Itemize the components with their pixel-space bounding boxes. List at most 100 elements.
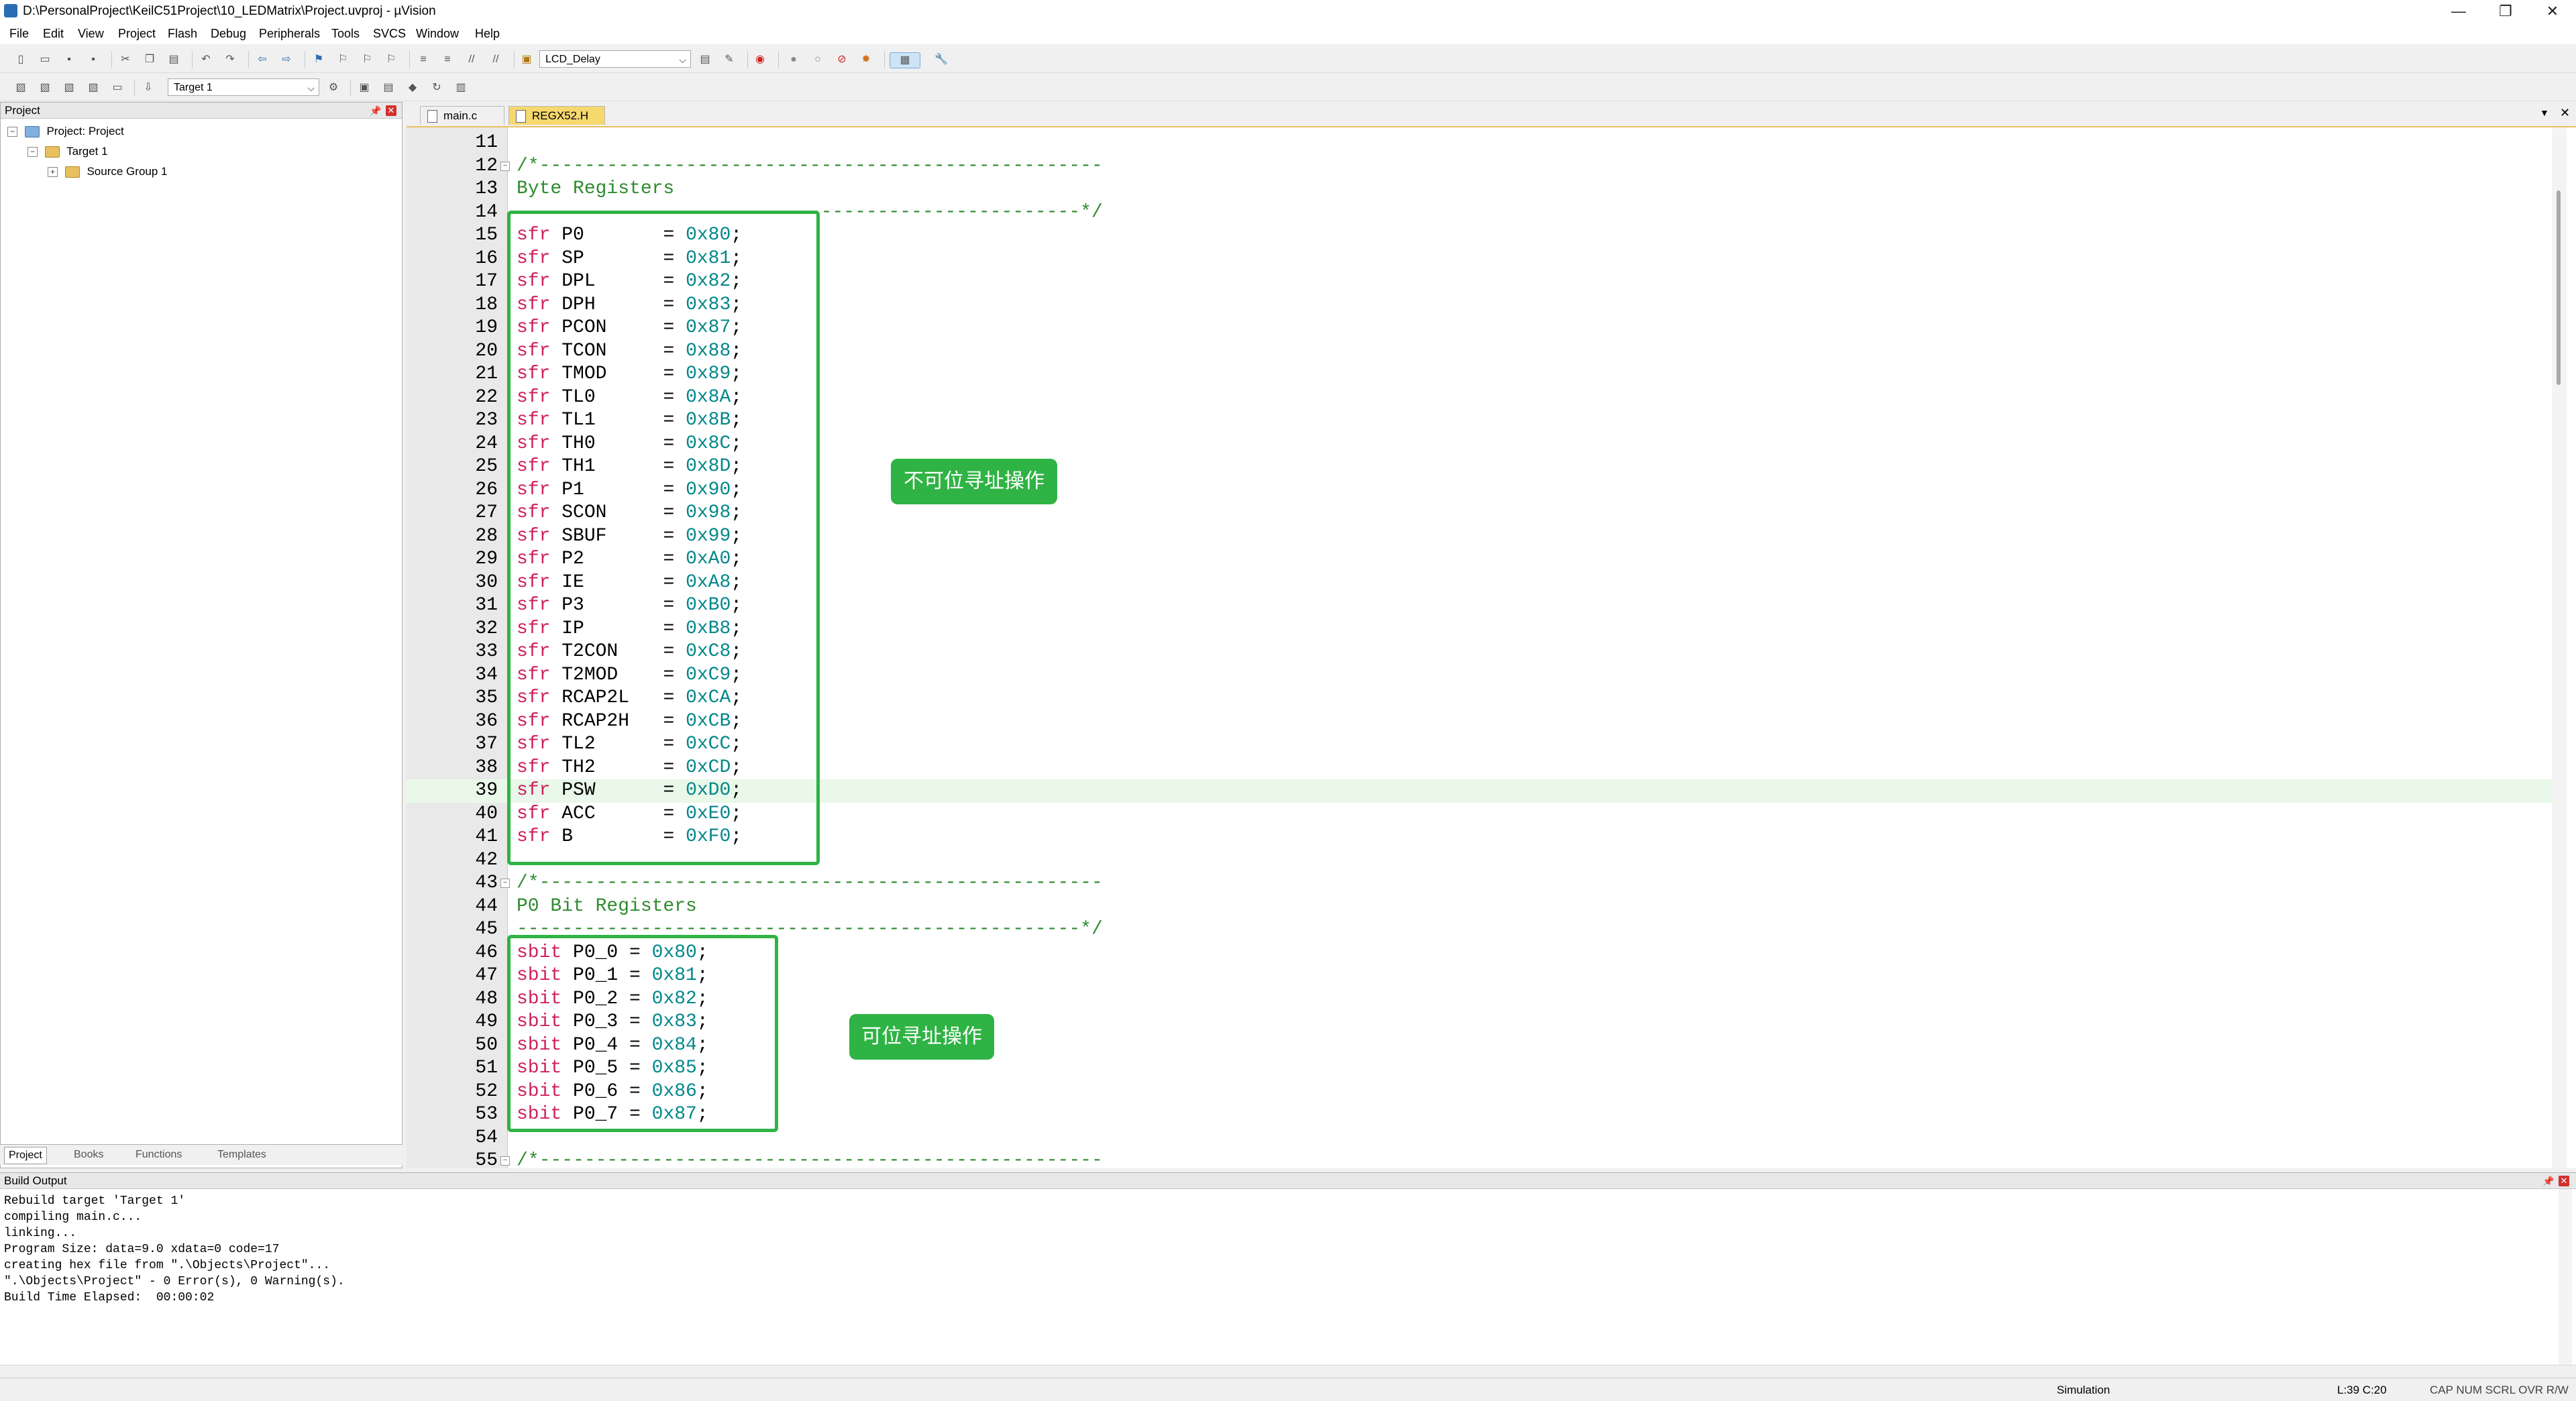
undo-icon[interactable]: ↶ (199, 52, 213, 67)
incremental-find-icon[interactable]: ✎ (722, 52, 737, 67)
open-folder-icon[interactable]: ▭ (38, 52, 52, 67)
editor-tab-bar: main.c REGX52.H ▼ ✕ (407, 102, 2576, 127)
file-extensions-icon[interactable]: ▤ (381, 80, 396, 95)
tab-templates[interactable]: Templates (213, 1147, 270, 1163)
menu-file[interactable]: File (9, 27, 29, 41)
tab-books[interactable]: Books (70, 1147, 107, 1163)
title-bar: D:\PersonalProject\KeilC51Project\10_LED… (0, 0, 2576, 23)
tab-regx52-h[interactable]: REGX52.H (508, 106, 605, 125)
line-number: 36 (475, 710, 498, 732)
rebuild-icon[interactable]: ▧ (62, 80, 76, 95)
runtime-env-icon[interactable]: ↻ (429, 80, 444, 95)
stop-build-icon[interactable]: ▭ (110, 80, 125, 95)
menu-peripherals[interactable]: Peripherals (259, 27, 320, 41)
save-icon[interactable]: ▪ (62, 52, 76, 67)
translate-icon[interactable]: ▧ (13, 80, 28, 95)
tree-item-target[interactable]: − Target 1 (7, 142, 402, 162)
enable-breakpoint-icon[interactable]: ○ (810, 52, 825, 67)
paste-icon[interactable]: ▤ (166, 52, 181, 67)
find-in-files-icon[interactable]: ▣ (519, 52, 534, 67)
bit-registers-box (507, 935, 778, 1132)
menu-project[interactable]: Project (118, 27, 156, 41)
disable-breakpoints-icon[interactable]: ⊘ (835, 52, 849, 67)
indent-icon[interactable]: ≡ (416, 52, 431, 67)
editor-vertical-scrollbar[interactable] (2552, 127, 2567, 1168)
toolbar-separator (134, 79, 135, 97)
save-all-icon[interactable]: ▪ (86, 52, 101, 67)
close-tab-icon[interactable]: ✕ (2560, 106, 2570, 120)
cut-icon[interactable]: ✂ (118, 52, 133, 67)
main-toolbar: ▯ ▭ ▪ ▪ ✂ ❐ ▤ ↶ ↷ ⇦ ⇨ ⚑ ⚐ ⚐ ⚐ ≡ ≡ // // … (0, 46, 2576, 73)
build-output-text: Rebuild target 'Target 1' compiling main… (4, 1194, 345, 1304)
line-number: 30 (475, 571, 498, 593)
menu-view[interactable]: View (78, 27, 104, 41)
tab-list-icon[interactable]: ▼ (2540, 107, 2549, 118)
kill-breakpoints-icon[interactable]: ✸ (859, 52, 873, 67)
maximize-button[interactable]: ❐ (2482, 0, 2529, 23)
collapse-icon[interactable]: − (28, 147, 38, 158)
find-icon[interactable]: ▤ (698, 52, 712, 67)
build-icon[interactable]: ▧ (38, 80, 52, 95)
line-number: 27 (475, 502, 498, 523)
toolbar-separator (409, 51, 410, 68)
pin-icon[interactable]: 📌 (370, 103, 381, 119)
prev-bookmark-icon[interactable]: ⚐ (335, 52, 350, 67)
close-panel-icon[interactable]: ✕ (2559, 1176, 2569, 1186)
nav-forward-icon[interactable]: ⇨ (279, 52, 294, 67)
toolbar-separator (350, 79, 351, 97)
menu-svcs[interactable]: SVCS (373, 27, 406, 41)
target-options-icon[interactable]: ⚙ (326, 80, 341, 95)
line-number: 40 (475, 803, 498, 824)
clear-bookmarks-icon[interactable]: ⚐ (384, 52, 398, 67)
build-output-panel: Build Output 📌 ✕ Rebuild target 'Target … (0, 1172, 2576, 1379)
target-combo[interactable]: Target 1 ⌵ (168, 78, 319, 96)
download-icon[interactable]: ⇩ (141, 80, 156, 95)
close-button[interactable]: ✕ (2529, 0, 2576, 23)
collapse-icon[interactable]: − (7, 127, 17, 137)
bookmark-icon[interactable]: ⚑ (311, 52, 326, 67)
menu-edit[interactable]: Edit (43, 27, 64, 41)
tab-project[interactable]: Project (4, 1147, 47, 1164)
new-file-icon[interactable]: ▯ (13, 52, 28, 67)
project-icon (24, 126, 40, 138)
scrollbar-thumb[interactable] (2557, 190, 2561, 385)
tab-main-c[interactable]: main.c (420, 106, 504, 125)
function-combo[interactable]: LCD_Delay ⌵ (539, 50, 691, 68)
build-output-vertical-scrollbar[interactable] (2559, 1189, 2572, 1365)
uncomment-icon[interactable]: // (488, 52, 503, 67)
menu-window[interactable]: Window (416, 27, 459, 41)
tree-item-project[interactable]: − Project: Project (7, 121, 402, 142)
batch-build-icon[interactable]: ▧ (86, 80, 101, 95)
copy-icon[interactable]: ❐ (142, 52, 157, 67)
menu-debug[interactable]: Debug (211, 27, 246, 41)
next-bookmark-icon[interactable]: ⚐ (360, 52, 374, 67)
fold-icon: − (500, 1156, 510, 1166)
comment-icon[interactable]: // (464, 52, 479, 67)
close-panel-icon[interactable]: ✕ (386, 105, 396, 116)
unindent-icon[interactable]: ≡ (440, 52, 455, 67)
insert-breakpoint-icon[interactable]: ● (786, 52, 801, 67)
minimize-button[interactable]: — (2435, 0, 2482, 23)
code-line: 55−/*-----------------------------------… (407, 1150, 2560, 1168)
build-output-horizontal-scrollbar[interactable] (0, 1365, 2576, 1379)
pack-installer-icon[interactable]: ▥ (453, 80, 468, 95)
tree-item-source-group[interactable]: + Source Group 1 (7, 162, 402, 182)
manage-project-icon[interactable]: ▣ (357, 80, 372, 95)
menu-tools[interactable]: Tools (331, 27, 360, 41)
select-packs-icon[interactable]: ◆ (405, 80, 420, 95)
window-layout-icon[interactable]: ▦ (890, 52, 920, 68)
tab-functions[interactable]: Functions (131, 1147, 186, 1163)
c-file-icon (427, 110, 437, 123)
line-number: 52 (475, 1080, 498, 1102)
menu-help[interactable]: Help (475, 27, 500, 41)
redo-icon[interactable]: ↷ (223, 52, 237, 67)
target-folder-icon (44, 146, 60, 158)
code-editor[interactable]: 11 12−/*---------------------------------… (407, 127, 2576, 1168)
nav-back-icon[interactable]: ⇦ (255, 52, 270, 67)
debug-session-icon[interactable]: ◉ (753, 52, 767, 67)
expand-icon[interactable]: + (48, 167, 58, 178)
configure-icon[interactable]: 🔧 (934, 52, 949, 67)
menu-flash[interactable]: Flash (168, 27, 197, 41)
bit-registers-callout: 可位寻址操作 (849, 1014, 994, 1060)
pin-icon[interactable]: 📌 (2542, 1173, 2554, 1189)
